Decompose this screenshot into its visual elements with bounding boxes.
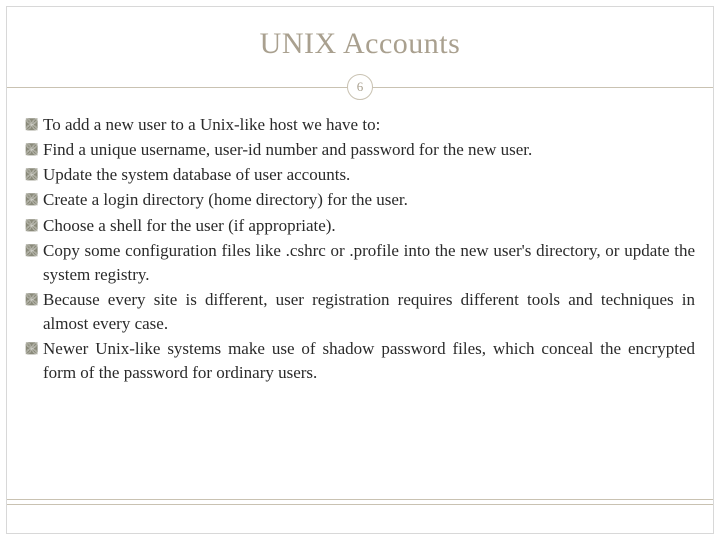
list-item: Create a login directory (home directory… [25, 188, 695, 212]
list-item: Copy some configuration files like .cshr… [25, 239, 695, 287]
page-number-row: 6 [7, 73, 713, 101]
horizontal-rule-bottom [7, 499, 713, 505]
list-item: Find a unique username, user-id number a… [25, 138, 695, 162]
slide-title: UNIX Accounts [7, 27, 713, 61]
slide-frame: UNIX Accounts 6 To add a new user to a U… [6, 6, 714, 534]
list-item: Newer Unix-like systems make use of shad… [25, 337, 695, 385]
list-item: To add a new user to a Unix-like host we… [25, 113, 695, 137]
bullet-list: To add a new user to a Unix-like host we… [7, 101, 713, 385]
list-item: Choose a shell for the user (if appropri… [25, 214, 695, 238]
list-item: Update the system database of user accou… [25, 163, 695, 187]
page-number-badge: 6 [347, 74, 373, 100]
list-item: Because every site is different, user re… [25, 288, 695, 336]
